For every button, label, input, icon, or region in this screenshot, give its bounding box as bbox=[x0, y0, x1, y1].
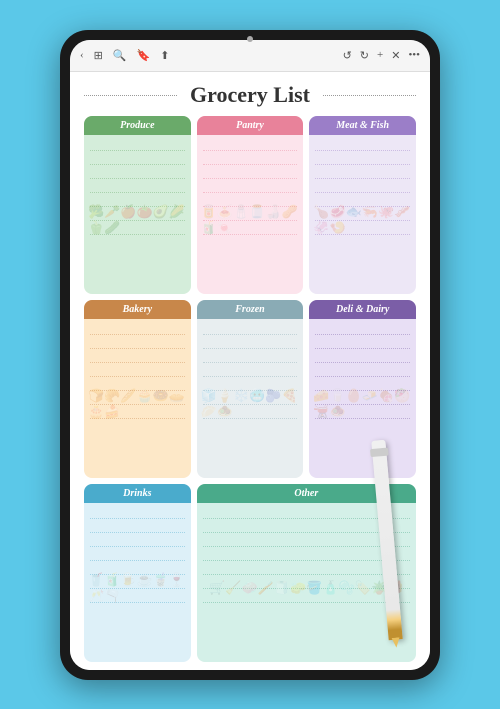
share-icon[interactable]: ⬆ bbox=[160, 49, 169, 62]
stylus-clip bbox=[370, 447, 389, 457]
cell-produce: Produce 🥦🥕🍎🍅🥑🌽🫑🥒 bbox=[84, 116, 191, 294]
line bbox=[203, 139, 298, 151]
tablet: ‹ ⊞ 🔍 🔖 ⬆ ↺ ↻ + ✕ ••• Grocery List Produ… bbox=[60, 30, 440, 680]
search-icon[interactable]: 🔍 bbox=[113, 49, 127, 62]
produce-body: 🥦🥕🍎🍅🥑🌽🫑🥒 bbox=[84, 135, 191, 294]
cell-meat: Meat & Fish 🍗🥩🐟🦐🐙🥓🦑🍤 bbox=[309, 116, 416, 294]
cell-bakery: Bakery 🍞🥐🥖🧁🍩🥧🎂🍰 bbox=[84, 300, 191, 478]
meat-body: 🍗🥩🐟🦐🐙🥓🦑🍤 bbox=[309, 135, 416, 294]
line bbox=[203, 365, 298, 377]
line bbox=[203, 153, 298, 165]
meat-header: Meat & Fish bbox=[309, 116, 416, 135]
line bbox=[90, 323, 185, 335]
line bbox=[203, 549, 410, 561]
line bbox=[315, 139, 410, 151]
line bbox=[90, 379, 185, 391]
line bbox=[90, 563, 185, 575]
bookmark-icon[interactable]: 🔖 bbox=[137, 49, 151, 62]
close-icon[interactable]: ✕ bbox=[391, 49, 400, 62]
camera bbox=[247, 36, 253, 42]
line bbox=[90, 139, 185, 151]
line bbox=[90, 393, 185, 405]
line bbox=[315, 209, 410, 221]
line bbox=[90, 181, 185, 193]
line bbox=[90, 223, 185, 235]
line bbox=[90, 535, 185, 547]
deli-body: 🧀🥛🥚🧈🍖🥙🫕🧆 bbox=[309, 319, 416, 478]
line bbox=[90, 577, 185, 589]
grid-icon[interactable]: ⊞ bbox=[94, 49, 103, 62]
line bbox=[203, 577, 410, 589]
line bbox=[315, 407, 410, 419]
line bbox=[203, 209, 298, 221]
line bbox=[90, 507, 185, 519]
line bbox=[90, 407, 185, 419]
toolbar: ‹ ⊞ 🔍 🔖 ⬆ ↺ ↻ + ✕ ••• bbox=[70, 40, 430, 72]
bakery-header: Bakery bbox=[84, 300, 191, 319]
line bbox=[90, 549, 185, 561]
line bbox=[203, 195, 298, 207]
drinks-header: Drinks bbox=[84, 484, 191, 503]
line bbox=[315, 167, 410, 179]
line bbox=[315, 323, 410, 335]
more-icon[interactable]: ••• bbox=[408, 49, 420, 61]
bakery-body: 🍞🥐🥖🧁🍩🥧🎂🍰 bbox=[84, 319, 191, 478]
line bbox=[315, 379, 410, 391]
line bbox=[90, 195, 185, 207]
line bbox=[90, 591, 185, 603]
pantry-body: 🥫🍝🧂🫙🍶🥜🧃🍬 bbox=[197, 135, 304, 294]
tablet-screen: ‹ ⊞ 🔍 🔖 ⬆ ↺ ↻ + ✕ ••• Grocery List Produ… bbox=[70, 40, 430, 670]
back-icon[interactable]: ‹ bbox=[80, 49, 84, 61]
add-icon[interactable]: + bbox=[377, 49, 383, 61]
line bbox=[203, 591, 410, 603]
line bbox=[203, 407, 298, 419]
cell-pantry: Pantry 🥫🍝🧂🫙🍶🥜🧃🍬 bbox=[197, 116, 304, 294]
line bbox=[203, 379, 298, 391]
cell-deli: Deli & Dairy 🧀🥛🥚🧈🍖🥙🫕🧆 bbox=[309, 300, 416, 478]
produce-header: Produce bbox=[84, 116, 191, 135]
category-grid: Produce 🥦🥕🍎🍅🥑🌽🫑🥒 bbox=[84, 116, 416, 662]
line bbox=[203, 167, 298, 179]
cell-drinks: Drinks 🥤🧃🍺☕🧋🍷🥂🫗 bbox=[84, 484, 191, 662]
line bbox=[203, 223, 298, 235]
undo-icon[interactable]: ↺ bbox=[343, 49, 352, 62]
toolbar-left: ‹ ⊞ 🔍 🔖 ⬆ bbox=[80, 49, 170, 62]
line bbox=[315, 351, 410, 363]
line bbox=[203, 351, 298, 363]
line bbox=[90, 365, 185, 377]
line bbox=[315, 153, 410, 165]
pantry-header: Pantry bbox=[197, 116, 304, 135]
line bbox=[90, 153, 185, 165]
line bbox=[315, 393, 410, 405]
line bbox=[203, 563, 410, 575]
line bbox=[90, 209, 185, 221]
line bbox=[203, 181, 298, 193]
line bbox=[90, 521, 185, 533]
line bbox=[90, 337, 185, 349]
drinks-body: 🥤🧃🍺☕🧋🍷🥂🫗 bbox=[84, 503, 191, 662]
frozen-body: 🧊🍦❄️🥶🫐🍕🥟🧆 bbox=[197, 319, 304, 478]
line bbox=[315, 223, 410, 235]
line bbox=[90, 167, 185, 179]
line bbox=[315, 337, 410, 349]
redo-icon[interactable]: ↻ bbox=[360, 49, 369, 62]
frozen-header: Frozen bbox=[197, 300, 304, 319]
line bbox=[315, 365, 410, 377]
deli-header: Deli & Dairy bbox=[309, 300, 416, 319]
cell-frozen: Frozen 🧊🍦❄️🥶🫐🍕🥟🧆 bbox=[197, 300, 304, 478]
toolbar-right: ↺ ↻ + ✕ ••• bbox=[343, 49, 420, 62]
line bbox=[203, 323, 298, 335]
line bbox=[90, 351, 185, 363]
line bbox=[315, 181, 410, 193]
line bbox=[203, 337, 298, 349]
line bbox=[203, 393, 298, 405]
document-area: Grocery List Produce 🥦🥕🍎🍅🥑🌽🫑🥒 bbox=[70, 72, 430, 670]
line bbox=[315, 195, 410, 207]
page-title: Grocery List bbox=[84, 82, 416, 108]
